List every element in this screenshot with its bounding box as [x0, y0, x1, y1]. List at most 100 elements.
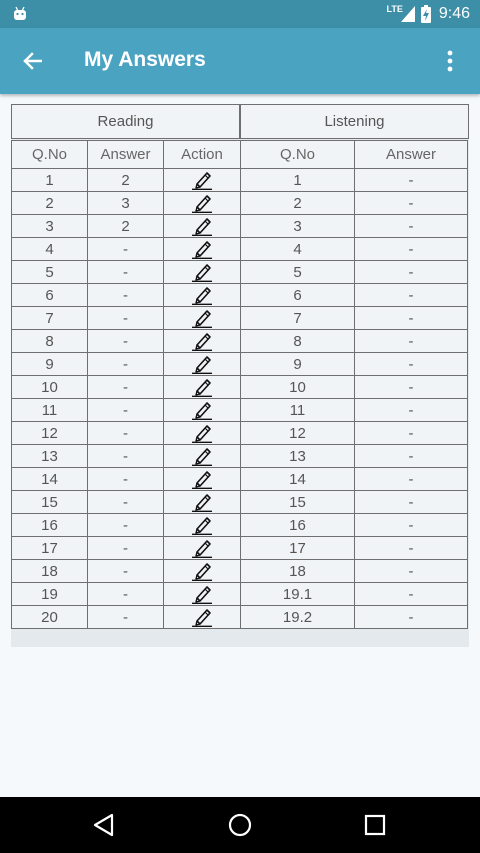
edit-answer-button[interactable] — [163, 605, 241, 629]
reading-qno-cell: 10 — [11, 375, 88, 399]
reading-answer-cell: 2 — [87, 168, 164, 192]
listening-answer-cell: - — [354, 306, 468, 330]
reading-qno-header: Q.No — [11, 140, 88, 169]
reading-section-header: Reading — [11, 104, 240, 139]
table-row: 17-17- — [11, 536, 468, 560]
listening-qno-cell: 19.1 — [240, 582, 355, 606]
reading-qno-cell: 14 — [11, 467, 88, 491]
edit-answer-button[interactable] — [163, 237, 241, 261]
answers-table: Q.No Answer Action Q.No Answer 121-232-3… — [11, 140, 468, 629]
listening-answer-cell: - — [354, 398, 468, 422]
reading-qno-cell: 2 — [11, 191, 88, 215]
nav-recents-button[interactable] — [359, 809, 391, 841]
listening-answer-cell: - — [354, 513, 468, 537]
table-row: 9-9- — [11, 352, 468, 376]
status-bar: LTE 9:46 — [0, 0, 480, 28]
signal-icon — [400, 6, 415, 22]
reading-qno-cell: 16 — [11, 513, 88, 537]
table-row: 14-14- — [11, 467, 468, 491]
table-row: 12-12- — [11, 421, 468, 445]
edit-answer-button[interactable] — [163, 398, 241, 422]
edit-answer-button[interactable] — [163, 490, 241, 514]
edit-answer-button[interactable] — [163, 421, 241, 445]
listening-qno-cell: 10 — [240, 375, 355, 399]
answers-table-body: 1 2 1-2 3 2-3 2 3-4-4-5-5-6-6-7-7-8-8-9-9-10-1… — [11, 168, 468, 629]
pencil-icon — [190, 170, 214, 190]
reading-answer-cell: - — [87, 582, 164, 606]
reading-qno-cell: 18 — [11, 559, 88, 583]
listening-answer-cell: - — [354, 467, 468, 491]
listening-qno-cell: 3 — [240, 214, 355, 238]
edit-answer-button[interactable] — [163, 352, 241, 376]
reading-qno-cell: 11 — [11, 398, 88, 422]
reading-answer-cell: - — [87, 237, 164, 261]
pencil-icon — [190, 377, 214, 397]
listening-qno-cell: 13 — [240, 444, 355, 468]
listening-qno-cell: 1 — [240, 168, 355, 192]
listening-qno-cell: 15 — [240, 490, 355, 514]
table-row: 13-13- — [11, 444, 468, 468]
listening-qno-cell: 17 — [240, 536, 355, 560]
edit-answer-button[interactable] — [163, 375, 241, 399]
edit-answer-button[interactable] — [163, 168, 241, 192]
pencil-icon — [190, 515, 214, 535]
pencil-icon — [190, 331, 214, 351]
edit-answer-button[interactable] — [163, 329, 241, 353]
reading-answer-cell: - — [87, 398, 164, 422]
listening-answer-cell: - — [354, 559, 468, 583]
reading-qno-cell: 15 — [11, 490, 88, 514]
status-indicators: LTE 9:46 — [387, 0, 470, 28]
pencil-icon — [190, 607, 214, 627]
listening-answer-cell: - — [354, 329, 468, 353]
edit-answer-button[interactable] — [163, 582, 241, 606]
edit-answer-button[interactable] — [163, 214, 241, 238]
pencil-icon — [190, 446, 214, 466]
listening-answer-cell: - — [354, 168, 468, 192]
reading-answer-cell: - — [87, 559, 164, 583]
nav-home-button[interactable] — [224, 809, 256, 841]
pencil-icon — [190, 469, 214, 489]
edit-answer-button[interactable] — [163, 260, 241, 284]
reading-answer-cell: - — [87, 421, 164, 445]
table-row: 6-6- — [11, 283, 468, 307]
edit-answer-button[interactable] — [163, 536, 241, 560]
back-button[interactable] — [14, 45, 50, 77]
reading-qno-cell: 4 — [11, 237, 88, 261]
clock: 9:46 — [438, 5, 470, 22]
nav-recents-icon — [364, 814, 386, 836]
answer-sheet: Reading Listening Q.No Answer Action Q.N… — [11, 104, 469, 647]
edit-answer-button[interactable] — [163, 306, 241, 330]
listening-section-header: Listening — [240, 104, 469, 139]
listening-qno-cell: 6 — [240, 283, 355, 307]
overflow-menu-button[interactable] — [440, 46, 460, 76]
reading-qno-cell: 3 — [11, 214, 88, 238]
edit-answer-button[interactable] — [163, 283, 241, 307]
nav-back-button[interactable] — [88, 809, 120, 841]
edit-answer-button[interactable] — [163, 191, 241, 215]
listening-answer-cell: - — [354, 536, 468, 560]
edit-answer-button[interactable] — [163, 559, 241, 583]
listening-answer-cell: - — [354, 490, 468, 514]
reading-action-header: Action — [163, 140, 241, 169]
reading-qno-cell: 20 — [11, 605, 88, 629]
edit-answer-button[interactable] — [163, 444, 241, 468]
pencil-icon — [190, 400, 214, 420]
edit-answer-button[interactable] — [163, 513, 241, 537]
table-row: 20-19.2- — [11, 605, 468, 629]
listening-answer-cell: - — [354, 375, 468, 399]
edit-answer-button[interactable] — [163, 467, 241, 491]
listening-qno-cell: 7 — [240, 306, 355, 330]
listening-answer-cell: - — [354, 283, 468, 307]
pencil-icon — [190, 285, 214, 305]
table-row: 4-4- — [11, 237, 468, 261]
listening-answer-cell: - — [354, 237, 468, 261]
arrow-back-icon — [23, 52, 42, 70]
more-vert-icon — [447, 50, 453, 72]
listening-qno-cell: 4 — [240, 237, 355, 261]
listening-answer-cell: - — [354, 352, 468, 376]
reading-answer-cell: - — [87, 605, 164, 629]
reading-answer-cell: - — [87, 352, 164, 376]
pencil-icon — [190, 216, 214, 236]
listening-qno-cell: 18 — [240, 559, 355, 583]
pencil-icon — [190, 584, 214, 604]
